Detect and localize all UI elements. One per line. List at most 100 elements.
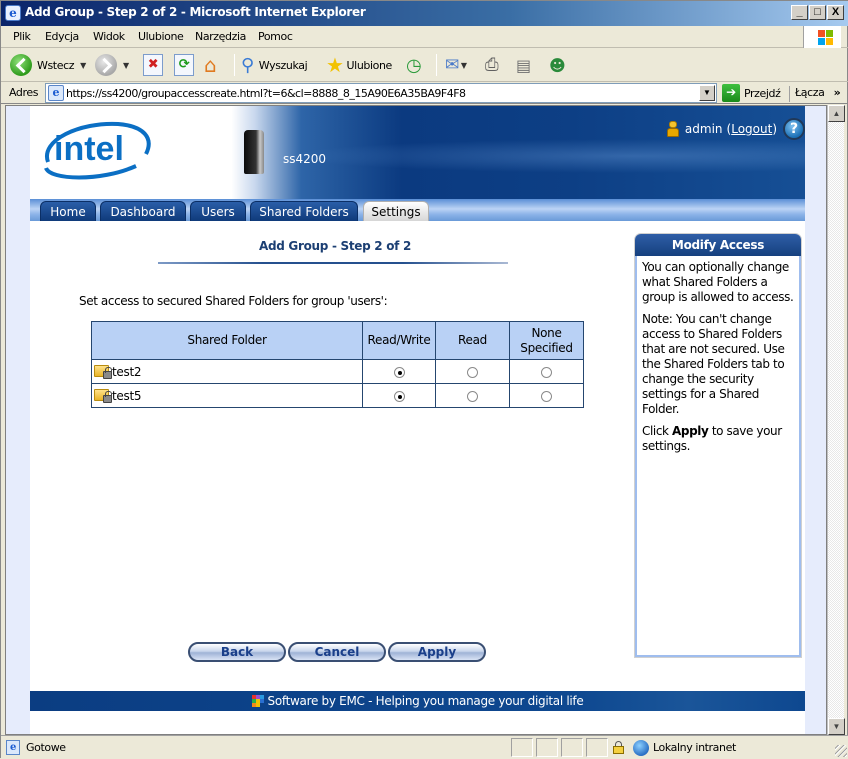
page-status-icon: e bbox=[6, 740, 20, 755]
close-button[interactable]: X bbox=[827, 5, 844, 20]
search-button[interactable]: ⚲ Wyszukaj bbox=[241, 52, 308, 78]
page-header: intel ss4200 admin (Logout) ? bbox=[30, 106, 805, 199]
emc-logo-icon bbox=[251, 695, 264, 707]
none-specified-radio[interactable] bbox=[541, 390, 552, 402]
chevron-right-icon: » bbox=[833, 86, 841, 99]
menu-ulubione[interactable]: Ulubione bbox=[138, 30, 184, 43]
dropdown-arrow-icon[interactable]: ▼ bbox=[123, 61, 129, 70]
address-dropdown-icon[interactable]: ▼ bbox=[699, 85, 715, 101]
printer-icon: ⎙ bbox=[485, 55, 499, 75]
secured-folder-icon bbox=[94, 387, 112, 404]
column-header-read-write: Read/Write bbox=[362, 321, 436, 360]
column-header-shared-folder: Shared Folder bbox=[91, 321, 363, 360]
refresh-icon: ⟳ bbox=[174, 54, 194, 76]
folder-name: test2 bbox=[112, 364, 142, 379]
help-icon[interactable]: ? bbox=[783, 118, 805, 140]
toolbar: Wstecz ▼ ▼ ✖ ⟳ ⌂ ⚲ Wyszukaj ★ Ulubione ◷ bbox=[1, 48, 848, 82]
vertical-scrollbar[interactable]: ▲ ▼ bbox=[827, 105, 845, 735]
resize-grip[interactable] bbox=[835, 745, 847, 757]
links-button[interactable]: Łącza » bbox=[789, 86, 841, 102]
history-icon: ◷ bbox=[406, 54, 422, 76]
intel-logo-text: intel bbox=[54, 130, 124, 168]
history-button[interactable]: ◷ bbox=[406, 52, 422, 78]
ie-window: e Add Group - Step 2 of 2 - Microsoft In… bbox=[0, 0, 848, 759]
read-radio[interactable] bbox=[467, 366, 478, 378]
side-panel-apply-hint: Click Apply to save your settings. bbox=[642, 424, 782, 453]
maximize-button[interactable]: □ bbox=[809, 5, 826, 20]
read-write-radio[interactable] bbox=[393, 366, 405, 378]
none-specified-cell bbox=[509, 383, 584, 408]
user-icon bbox=[666, 121, 679, 137]
back-arrow-icon bbox=[10, 54, 32, 76]
edit-button[interactable]: ▤ bbox=[516, 52, 531, 78]
web-page: intel ss4200 admin (Logout) ? Home Dashb… bbox=[30, 106, 805, 734]
scroll-up-arrow-icon[interactable]: ▲ bbox=[828, 105, 845, 122]
home-button[interactable]: ⌂ bbox=[204, 52, 217, 78]
none-specified-radio[interactable] bbox=[541, 366, 552, 378]
username: admin bbox=[684, 122, 723, 136]
tab-dashboard[interactable]: Dashboard bbox=[100, 201, 186, 221]
search-label: Wyszukaj bbox=[258, 58, 308, 72]
mail-icon: ✉ bbox=[445, 55, 459, 75]
intel-logo: intel bbox=[44, 121, 151, 180]
title-bar: e Add Group - Step 2 of 2 - Microsoft In… bbox=[1, 1, 848, 26]
status-bar: e Gotowe Lokalny intranet bbox=[1, 735, 848, 759]
instruction-text: Set access to secured Shared Folders for… bbox=[79, 294, 388, 308]
column-header-read: Read bbox=[435, 321, 510, 360]
read-write-cell bbox=[362, 383, 436, 408]
side-panel-paragraph: You can optionally change what Shared Fo… bbox=[642, 260, 794, 304]
logout-link[interactable]: Logout bbox=[731, 122, 772, 136]
messenger-icon: ☻ bbox=[549, 55, 566, 75]
forward-button[interactable]: ▼ bbox=[95, 52, 129, 78]
apply-button[interactable]: Apply bbox=[388, 642, 486, 662]
dropdown-arrow-icon[interactable]: ▼ bbox=[80, 61, 86, 70]
print-button[interactable]: ⎙ bbox=[485, 52, 499, 78]
access-table: Shared Folder Read/Write Read None Speci… bbox=[91, 321, 584, 408]
menu-pomoc[interactable]: Pomoc bbox=[258, 30, 293, 43]
ssl-lock-icon[interactable] bbox=[613, 741, 624, 754]
column-header-none-specified: None Specified bbox=[509, 321, 584, 360]
cancel-button[interactable]: Cancel bbox=[288, 642, 386, 662]
minimize-button[interactable]: _ bbox=[791, 5, 808, 20]
favorites-button[interactable]: ★ Ulubione bbox=[326, 52, 392, 78]
menu-plik[interactable]: Plik bbox=[13, 30, 31, 43]
read-cell bbox=[435, 359, 510, 384]
read-write-radio[interactable] bbox=[393, 390, 405, 402]
table-row: test2 bbox=[91, 359, 584, 384]
page-footer: Software by EMC - Helping you manage you… bbox=[30, 691, 805, 711]
menu-widok[interactable]: Widok bbox=[93, 30, 125, 43]
secured-folder-icon bbox=[94, 363, 112, 380]
address-input[interactable]: e https://ss4200/groupaccesscreate.html?… bbox=[45, 83, 717, 103]
search-icon: ⚲ bbox=[241, 54, 254, 76]
mail-button[interactable]: ✉ ▼ bbox=[445, 52, 467, 78]
menu-edycja[interactable]: Edycja bbox=[45, 30, 79, 43]
read-radio[interactable] bbox=[467, 390, 478, 402]
back-button[interactable]: Wstecz ▼ bbox=[10, 52, 86, 78]
side-panel-note: Note: You can't change access to Shared … bbox=[642, 312, 785, 416]
menu-narzedzia[interactable]: Narzędzia bbox=[195, 30, 246, 43]
security-zone: Lokalny intranet bbox=[653, 741, 736, 754]
logout-close-paren: ) bbox=[772, 122, 777, 136]
tab-shared-folders[interactable]: Shared Folders bbox=[250, 201, 358, 221]
read-write-cell bbox=[362, 359, 436, 384]
windows-logo-icon bbox=[803, 26, 841, 48]
refresh-button[interactable]: ⟳ bbox=[174, 52, 194, 78]
tab-home[interactable]: Home bbox=[40, 201, 96, 221]
toolbar-separator bbox=[436, 54, 437, 76]
tab-users[interactable]: Users bbox=[190, 201, 246, 221]
address-url[interactable]: https://ss4200/groupaccesscreate.html?t=… bbox=[66, 87, 466, 100]
dropdown-arrow-icon[interactable]: ▼ bbox=[461, 61, 467, 70]
back-button[interactable]: Back bbox=[188, 642, 286, 662]
tab-settings[interactable]: Settings bbox=[363, 201, 429, 221]
messenger-button[interactable]: ☻ bbox=[549, 52, 566, 78]
window-title: Add Group - Step 2 of 2 - Microsoft Inte… bbox=[25, 5, 366, 19]
browser-viewport: intel ss4200 admin (Logout) ? Home Dashb… bbox=[5, 105, 827, 735]
page-icon: e bbox=[48, 85, 64, 101]
forward-arrow-icon bbox=[95, 54, 117, 76]
stop-button[interactable]: ✖ bbox=[143, 52, 163, 78]
back-label: Wstecz bbox=[37, 58, 75, 72]
device-name: ss4200 bbox=[283, 152, 327, 166]
go-button[interactable]: ➔ Przejdź bbox=[722, 84, 781, 102]
scroll-down-arrow-icon[interactable]: ▼ bbox=[828, 718, 845, 735]
folder-cell: test2 bbox=[91, 359, 363, 384]
